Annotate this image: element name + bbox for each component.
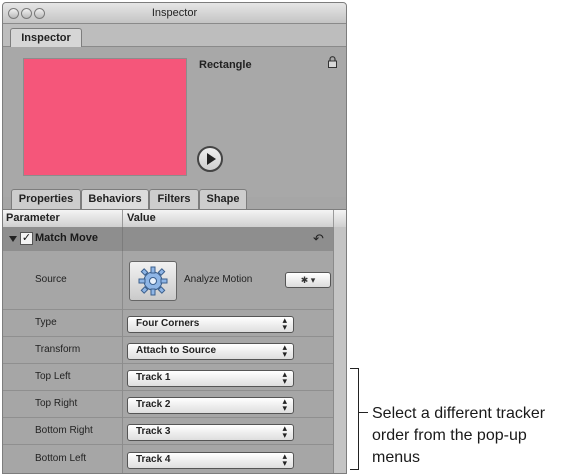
- tab-shape[interactable]: Shape: [199, 189, 247, 209]
- gear-icon: [138, 266, 168, 296]
- parameter-rows: Source Analyze Motion ✱ ▾ Type Four Corn…: [3, 251, 333, 473]
- column-header: Parameter Value: [3, 209, 346, 228]
- analyze-motion-label[interactable]: Analyze Motion: [184, 274, 252, 285]
- param-row: Top Right Track 2 ▴ ▾: [3, 391, 333, 418]
- tab-inspector[interactable]: Inspector: [10, 28, 82, 47]
- value-column-divider: [122, 251, 123, 473]
- type-popup[interactable]: Four Corners ▴ ▾: [127, 316, 294, 333]
- source-well-button[interactable]: [129, 261, 177, 301]
- callout-pointer: [358, 412, 368, 413]
- value-column-header[interactable]: Value: [127, 212, 156, 224]
- tab-behaviors[interactable]: Behaviors: [81, 189, 149, 209]
- action-popup[interactable]: ✱ ▾: [285, 272, 331, 288]
- object-name: Rectangle: [199, 59, 252, 71]
- param-label: Bottom Left: [35, 453, 87, 464]
- bottom-left-popup[interactable]: Track 4 ▴ ▾: [127, 452, 294, 469]
- param-row: Top Left Track 1 ▴ ▾: [3, 364, 333, 391]
- parameter-column-header[interactable]: Parameter: [6, 212, 60, 224]
- title-bar[interactable]: Inspector: [3, 3, 346, 24]
- disclosure-triangle-icon[interactable]: [9, 236, 17, 242]
- window-title: Inspector: [151, 7, 198, 19]
- tab-filters[interactable]: Filters: [149, 189, 199, 209]
- top-right-popup[interactable]: Track 2 ▴ ▾: [127, 397, 294, 414]
- param-label: Top Left: [35, 371, 71, 382]
- match-move-group-row[interactable]: ✓ Match Move ↶: [3, 227, 333, 251]
- tab-properties[interactable]: Properties: [11, 189, 81, 209]
- param-label: Transform: [35, 344, 81, 355]
- param-row: Bottom Left Track 4 ▴ ▾: [3, 445, 333, 473]
- param-row: Type Four Corners ▴ ▾: [3, 310, 333, 337]
- column-divider-end: [333, 210, 334, 227]
- param-row-source: Source Analyze Motion ✱ ▾: [3, 251, 333, 310]
- param-label: Type: [35, 317, 57, 328]
- top-left-popup[interactable]: Track 1 ▴ ▾: [127, 370, 294, 387]
- match-move-checkbox[interactable]: ✓: [20, 232, 33, 245]
- column-divider: [122, 210, 123, 227]
- transform-popup[interactable]: Attach to Source ▴ ▾: [127, 343, 294, 360]
- callout-bracket: [350, 368, 359, 470]
- group-label: Match Move: [35, 232, 98, 244]
- param-row: Bottom Right Track 3 ▴ ▾: [3, 418, 333, 445]
- play-button[interactable]: [197, 146, 223, 172]
- reset-icon[interactable]: ↶: [313, 231, 324, 247]
- preview-area: Rectangle: [3, 47, 346, 197]
- scrollbar[interactable]: [333, 227, 346, 473]
- callout-text: Select a different tracker order from th…: [372, 405, 546, 466]
- param-row: Transform Attach to Source ▴ ▾: [3, 337, 333, 364]
- inspector-window: Inspector Inspector Rectangle Properties…: [2, 2, 347, 474]
- bottom-right-popup[interactable]: Track 3 ▴ ▾: [127, 424, 294, 441]
- param-label-source: Source: [35, 274, 67, 285]
- top-tab-bar: Inspector: [3, 24, 346, 47]
- lock-icon[interactable]: [328, 56, 337, 68]
- object-preview-swatch: [23, 58, 187, 176]
- param-label: Bottom Right: [35, 425, 93, 436]
- group-divider: [122, 227, 123, 251]
- param-label: Top Right: [35, 398, 78, 409]
